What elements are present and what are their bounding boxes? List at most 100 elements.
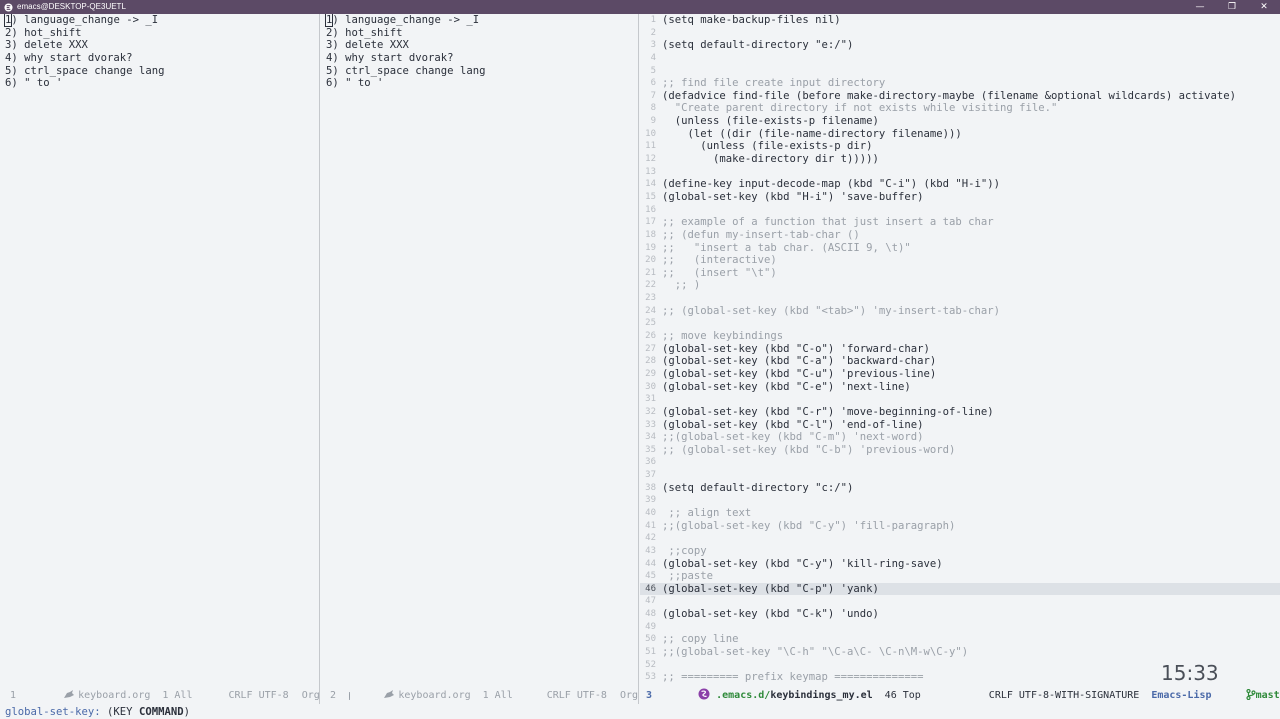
code-line[interactable]: 38 (setq default-directory "c:/") (640, 482, 1280, 495)
code-line[interactable]: 6 ;; find file create input directory (640, 77, 1280, 90)
code-line[interactable]: 7 (defadvice find-file (before make-direc… (640, 90, 1280, 103)
line-number: 33 (645, 419, 656, 430)
line-number: 4 (650, 52, 656, 63)
code-line[interactable]: 8 "Create parent directory if not exists… (640, 102, 1280, 115)
org-line-2[interactable]: 2) hot_shift (5, 27, 319, 40)
line-number: 48 (645, 609, 656, 620)
code-line[interactable]: 5 (640, 65, 1280, 78)
buffer-encoding[interactable]: CRLF UTF-8-WITH-SIGNATURE (989, 690, 1140, 701)
maximize-button[interactable]: ❐ (1216, 0, 1248, 14)
code-line[interactable]: 17 ;; example of a function that just ins… (640, 216, 1280, 229)
org-line-5[interactable]: 5) ctrl_space change lang (326, 65, 638, 78)
code-line[interactable]: 15 (global-set-key (kbd "H-i") 'save-buff… (640, 191, 1280, 204)
git-branch[interactable]: master (1256, 690, 1280, 701)
code-line[interactable]: 28 (global-set-key (kbd "C-a") 'backward-… (640, 355, 1280, 368)
emacs-icon (3, 2, 13, 12)
code-line[interactable]: 9 (unless (file-exists-p filename) (640, 115, 1280, 128)
code-line[interactable]: 35 ;; (global-set-key (kbd "C-b") 'previo… (640, 444, 1280, 457)
code-line[interactable]: 30 (global-set-key (kbd "C-e") 'next-line… (640, 381, 1280, 394)
mode-line-2[interactable]: 2 keyboard.org 1 All CRLF UTF-8 Org (321, 687, 639, 704)
mode-line-3-active[interactable]: 3 .emacs.d/keybindings_my.el 46 Top CRLF… (640, 687, 1280, 704)
code-line[interactable]: 13 (640, 166, 1280, 179)
line-text: (define-key input-decode-map (kbd "C-i")… (662, 178, 1001, 191)
code-line[interactable]: 23 (640, 292, 1280, 305)
code-line[interactable]: 40 ;; align text (640, 507, 1280, 520)
org-text[interactable]: 1) language_change -> _I 2) hot_shift 3)… (0, 14, 319, 90)
line-number: 9 (650, 116, 656, 127)
line-number: 28 (645, 356, 656, 367)
code-line[interactable]: 14 (define-key input-decode-map (kbd "C-i… (640, 178, 1280, 191)
code-line[interactable]: 16 (640, 204, 1280, 217)
org-text[interactable]: 1) language_change -> _I 2) hot_shift 3)… (321, 14, 638, 90)
org-line-2[interactable]: 2) hot_shift (326, 27, 638, 40)
org-line-5[interactable]: 5) ctrl_space change lang (5, 65, 319, 78)
code-line[interactable]: 37 (640, 469, 1280, 482)
code-line[interactable]: 33 (global-set-key (kbd "C-l") 'end-of-li… (640, 419, 1280, 432)
major-mode[interactable]: Org (620, 690, 638, 701)
major-mode[interactable]: Org (302, 690, 320, 701)
window-1-org-buffer[interactable]: 1) language_change -> _I 2) hot_shift 3)… (0, 14, 320, 687)
code-line[interactable]: 49 (640, 621, 1280, 634)
org-line-4[interactable]: 4) why start dvorak? (5, 52, 319, 65)
code-line-current[interactable]: 46 (global-set-key (kbd "C-p") 'yank) (640, 582, 1280, 596)
code-line[interactable]: 50 ;; copy line (640, 633, 1280, 646)
minibuffer[interactable]: global-set-key: (KEY COMMAND) (0, 704, 1280, 719)
line-text: (defadvice find-file (before make-direct… (662, 89, 1237, 102)
code-line[interactable]: 27 (global-set-key (kbd "C-o") 'forward-c… (640, 343, 1280, 356)
org-line-3[interactable]: 3) delete XXX (5, 39, 319, 52)
minimize-button[interactable]: — (1184, 0, 1216, 14)
org-line-3[interactable]: 3) delete XXX (326, 39, 638, 52)
code-line[interactable]: 39 (640, 494, 1280, 507)
close-button[interactable]: ✕ (1248, 0, 1280, 14)
code-line[interactable]: 42 (640, 532, 1280, 545)
code-line[interactable]: 25 (640, 317, 1280, 330)
code-text[interactable]: 1 (setq make-backup-files nil) 2 3 (setq def… (640, 14, 1280, 684)
line-text: (unless (file-exists-p filename) (662, 115, 879, 128)
code-line[interactable]: 4 (640, 52, 1280, 65)
code-line[interactable]: 1 (setq make-backup-files nil) (640, 14, 1280, 27)
code-line[interactable]: 29 (global-set-key (kbd "C-u") 'previous-… (640, 368, 1280, 381)
buffer-directory[interactable]: .emacs.d/ (716, 690, 770, 701)
code-line[interactable]: 43 ;;copy (640, 545, 1280, 558)
code-line[interactable]: 18 ;; (defun my-insert-tab-char () (640, 229, 1280, 242)
line-text: ;; example of a function that just inser… (662, 216, 994, 229)
code-line[interactable]: 47 (640, 595, 1280, 608)
buffer-name[interactable]: keybindings_my.el (770, 690, 872, 701)
buffer-encoding[interactable]: CRLF UTF-8 (547, 690, 607, 701)
code-line[interactable]: 48 (global-set-key (kbd "C-k") 'undo) (640, 608, 1280, 621)
line-text: ;; copy line (662, 633, 739, 646)
code-line[interactable]: 12 (make-directory dir t))))) (640, 153, 1280, 166)
org-line-1[interactable]: 1) language_change -> _I (324, 14, 638, 27)
window-3-elisp-buffer[interactable]: 1 (setq make-backup-files nil) 2 3 (setq def… (640, 14, 1280, 687)
code-line[interactable]: 31 (640, 393, 1280, 406)
code-line[interactable]: 10 (let ((dir (file-name-directory filen… (640, 128, 1280, 141)
code-line[interactable]: 11 (unless (file-exists-p dir) (640, 140, 1280, 153)
buffer-name[interactable]: keyboard.org (398, 690, 470, 701)
code-line[interactable]: 24 ;; (global-set-key (kbd "<tab>") 'my-i… (640, 305, 1280, 318)
code-line[interactable]: 2 (640, 27, 1280, 40)
org-line-1[interactable]: 1) language_change -> _I (3, 14, 319, 27)
line-text (662, 65, 1280, 78)
org-line-4[interactable]: 4) why start dvorak? (326, 52, 638, 65)
code-line[interactable]: 20 ;; (interactive) (640, 254, 1280, 267)
buffer-name[interactable]: keyboard.org (78, 690, 150, 701)
code-line[interactable]: 22 ;; ) (640, 279, 1280, 292)
major-mode[interactable]: Emacs-Lisp (1151, 690, 1211, 701)
code-line[interactable]: 36 (640, 456, 1280, 469)
code-line[interactable]: 19 ;; "insert a tab char. (ASCII 9, \t)" (640, 242, 1280, 255)
code-line[interactable]: 34 ;;(global-set-key (kbd "C-m") 'next-wo… (640, 431, 1280, 444)
code-line[interactable]: 3 (setq default-directory "e:/") (640, 39, 1280, 52)
mode-line-1[interactable]: 1 keyboard.org 1 All CRLF UTF-8 Org (0, 687, 320, 704)
org-line-6[interactable]: 6) " to ' (5, 77, 319, 90)
code-line[interactable]: 45 ;;paste (640, 570, 1280, 583)
org-line-6[interactable]: 6) " to ' (326, 77, 638, 90)
code-line[interactable]: 21 ;; (insert "\t") (640, 267, 1280, 280)
code-line[interactable]: 32 (global-set-key (kbd "C-r") 'move-begi… (640, 406, 1280, 419)
buffer-encoding[interactable]: CRLF UTF-8 (228, 690, 288, 701)
window-2-org-buffer[interactable]: 1) language_change -> _I 2) hot_shift 3)… (321, 14, 639, 687)
code-line[interactable]: 51 ;;(global-set-key "\C-h" "\C-a\C- \C-n… (640, 646, 1280, 659)
code-line[interactable]: 44 (global-set-key (kbd "C-y") 'kill-ring… (640, 558, 1280, 571)
code-line[interactable]: 41 ;;(global-set-key (kbd "C-y") 'fill-pa… (640, 520, 1280, 533)
line-text: ;; (insert "\t") (662, 266, 777, 279)
code-line[interactable]: 26 ;; move keybindings (640, 330, 1280, 343)
